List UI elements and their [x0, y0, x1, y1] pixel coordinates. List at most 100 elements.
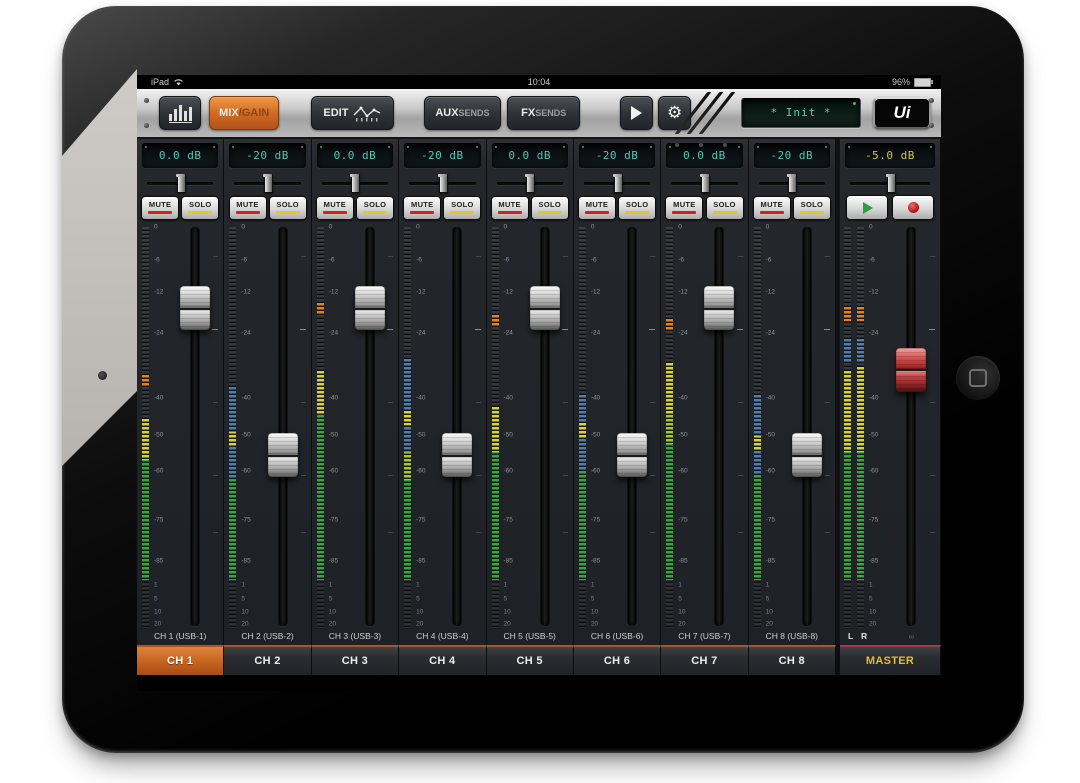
scale-label: -50	[241, 431, 250, 438]
pan-slider[interactable]	[489, 172, 571, 194]
fader-cap[interactable]	[180, 286, 210, 330]
fader-cap[interactable]	[896, 348, 926, 392]
solo-button[interactable]: SOLO	[618, 196, 656, 220]
gr-scale-label: 20	[766, 620, 773, 627]
master-record-button[interactable]	[892, 195, 934, 220]
pan-handle[interactable]	[526, 174, 535, 193]
pan-slider[interactable]	[226, 172, 308, 194]
tab-ch-3[interactable]: CH 3	[312, 645, 399, 675]
page-dots	[675, 143, 727, 147]
tab-ch-4[interactable]: CH 4	[399, 645, 486, 675]
aux-sends-button[interactable]: AUXSENDS	[424, 96, 501, 130]
fader[interactable]	[344, 223, 396, 630]
mute-button[interactable]: MUTE	[403, 196, 441, 220]
pan-handle[interactable]	[264, 174, 273, 193]
pan-handle[interactable]	[887, 174, 896, 193]
pan-handle[interactable]	[439, 174, 448, 193]
channel-label: CH 3 (USB-3)	[314, 630, 396, 645]
level-meter-right	[857, 227, 864, 628]
home-button[interactable]	[956, 356, 1000, 400]
pan-slider[interactable]	[139, 172, 221, 194]
tab-ch-7[interactable]: CH 7	[661, 645, 748, 675]
meter-led-mask	[229, 227, 236, 628]
mute-button-indicator	[323, 211, 347, 214]
scale-label: -85	[678, 557, 687, 564]
pan-handle[interactable]	[788, 174, 797, 193]
fader-track[interactable]	[802, 227, 811, 626]
fader[interactable]	[169, 223, 221, 630]
fader-cap[interactable]	[268, 433, 298, 477]
fader[interactable]	[693, 223, 745, 630]
fader[interactable]	[256, 223, 308, 630]
pan-handle[interactable]	[351, 174, 360, 193]
pan-slider[interactable]	[842, 172, 938, 194]
pan-slider[interactable]	[401, 172, 483, 194]
fader-track[interactable]	[907, 227, 916, 626]
fader-cap[interactable]	[704, 286, 734, 330]
solo-button[interactable]: SOLO	[443, 196, 481, 220]
solo-button[interactable]: SOLO	[356, 196, 394, 220]
mix-gain-button[interactable]: MIX/GAIN	[209, 96, 278, 130]
solo-button[interactable]: SOLO	[793, 196, 831, 220]
level-meter	[139, 223, 153, 630]
settings-button[interactable]: ⚙	[658, 96, 691, 130]
tab-ch-6[interactable]: CH 6	[574, 645, 661, 675]
fader-track[interactable]	[628, 227, 637, 626]
pan-handle[interactable]	[701, 174, 710, 193]
tab-ch-1[interactable]: CH 1	[137, 645, 224, 675]
pan-slider[interactable]	[663, 172, 745, 194]
solo-button[interactable]: SOLO	[181, 196, 219, 220]
fader-cap[interactable]	[442, 433, 472, 477]
pan-slider[interactable]	[314, 172, 396, 194]
level-meter	[489, 223, 503, 630]
solo-button[interactable]: SOLO	[706, 196, 744, 220]
pan-handle[interactable]	[614, 174, 623, 193]
fader-cap[interactable]	[530, 286, 560, 330]
fader-cap[interactable]	[792, 433, 822, 477]
scale-label: -75	[591, 517, 600, 524]
screw-icon	[929, 98, 934, 103]
tab-ch-5[interactable]: CH 5	[487, 645, 574, 675]
fader-track[interactable]	[278, 227, 287, 626]
scale-label: -85	[416, 557, 425, 564]
mute-button[interactable]: MUTE	[229, 196, 267, 220]
fader-track[interactable]	[453, 227, 462, 626]
preset-display[interactable]: * Init *	[741, 98, 861, 128]
mute-button[interactable]: MUTE	[753, 196, 791, 220]
solo-button[interactable]: SOLO	[269, 196, 307, 220]
fader-tick	[563, 402, 568, 403]
fader[interactable]	[519, 223, 571, 630]
mute-button[interactable]: MUTE	[578, 196, 616, 220]
aux-sends-label: SENDS	[459, 108, 490, 118]
fader-tick	[930, 402, 935, 403]
fx-sends-button[interactable]: FXSENDS	[507, 96, 580, 130]
scale-label: -6	[869, 256, 875, 263]
mute-button[interactable]: MUTE	[316, 196, 354, 220]
play-button[interactable]	[620, 96, 653, 130]
mute-button[interactable]: MUTE	[665, 196, 703, 220]
fader[interactable]	[606, 223, 658, 630]
gr-scale-label: 5	[329, 596, 333, 603]
fader-cap[interactable]	[617, 433, 647, 477]
fader-cap[interactable]	[355, 286, 385, 330]
master-play-button[interactable]	[846, 195, 888, 220]
pan-handle[interactable]	[177, 174, 186, 193]
meter-led-mask	[754, 227, 761, 628]
tab-ch-8[interactable]: CH 8	[749, 645, 836, 675]
meter-scale: 0-6-12-24-40-50-60-75-85151020	[415, 223, 431, 630]
fader[interactable]	[781, 223, 833, 630]
fader[interactable]	[431, 223, 483, 630]
pan-slider[interactable]	[751, 172, 833, 194]
solo-button[interactable]: SOLO	[531, 196, 569, 220]
level-meter-track	[404, 227, 411, 628]
tab-master[interactable]: MASTER	[840, 645, 941, 675]
gr-scale-label: 10	[154, 608, 161, 615]
edit-button[interactable]: EDIT	[311, 96, 394, 130]
battery-icon	[914, 78, 931, 87]
pan-slider[interactable]	[576, 172, 658, 194]
mute-button[interactable]: MUTE	[141, 196, 179, 220]
mute-button[interactable]: MUTE	[491, 196, 529, 220]
meters-view-button[interactable]	[159, 96, 201, 130]
tab-ch-2[interactable]: CH 2	[224, 645, 311, 675]
fader[interactable]	[884, 223, 938, 630]
